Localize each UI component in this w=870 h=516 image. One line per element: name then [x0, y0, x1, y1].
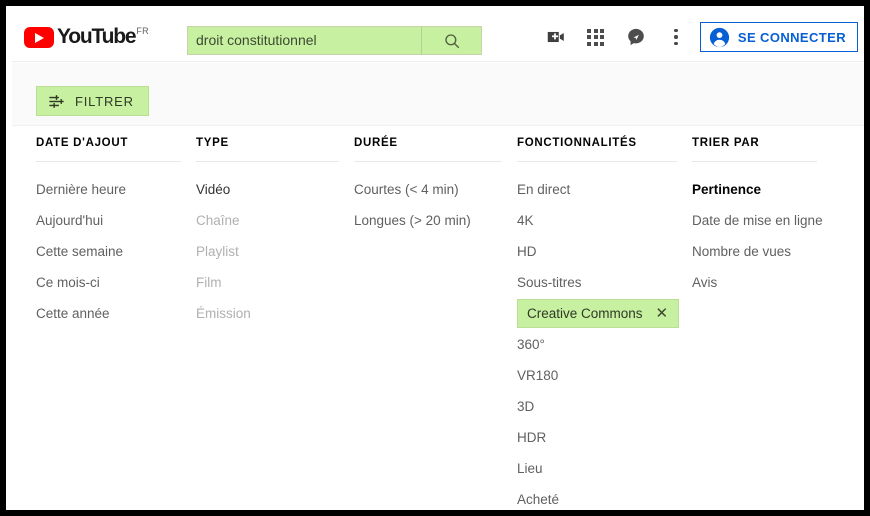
filter-option[interactable]: Avis — [692, 267, 832, 298]
filter-option[interactable]: Lieu — [517, 453, 692, 484]
filter-column-3: DURÉE Courtes (< 4 min) Longues (> 20 min) — [354, 126, 517, 510]
filter-toggle-button[interactable]: FILTRER — [36, 86, 149, 116]
filter-column-1: DATE D'AJOUT Dernière heure Aujourd'hui Cet… — [36, 126, 196, 510]
filter-option[interactable]: Pertinence — [692, 174, 832, 205]
filter-option[interactable]: 360° — [517, 329, 692, 360]
filter-option: Émission — [196, 306, 251, 321]
notifications-icon — [628, 28, 644, 46]
filter-option[interactable]: Longues (> 20 min) — [354, 205, 517, 236]
filter-option: Chaîne — [196, 213, 240, 228]
filter-column-4: FONCTIONNALITÉS En direct 4K HD Sous-titres C… — [517, 126, 692, 510]
search-input[interactable] — [188, 27, 421, 54]
filter-toggle-label: FILTRER — [75, 93, 134, 109]
apps-grid-button[interactable] — [576, 17, 616, 57]
filter-option[interactable]: Date de mise en ligne — [692, 205, 832, 236]
notifications-button[interactable] — [616, 17, 656, 57]
filter-column-title: TRIER PAR — [692, 137, 760, 149]
filter-column-divider — [692, 161, 817, 162]
masthead: YouTube FR droit constitutionnel SE CONN… — [12, 12, 864, 62]
filter-option[interactable]: Vidéo — [196, 174, 354, 205]
filter-option[interactable]: Cette semaine — [36, 236, 196, 267]
apps-grid-icon — [587, 28, 605, 46]
filter-option[interactable]: 4K — [517, 205, 692, 236]
more-options-button[interactable] — [656, 17, 696, 57]
filter-column-title: TYPE — [196, 137, 229, 149]
search-icon — [444, 33, 459, 48]
more-options-icon — [674, 28, 678, 46]
filter-option-selected-chip[interactable]: Creative Commons ✕ — [517, 299, 680, 328]
filter-option[interactable]: Aujourd'hui — [36, 205, 196, 236]
logo-wordmark: YouTube — [57, 25, 137, 48]
filter-option[interactable]: VR180 — [517, 360, 692, 391]
filter-option[interactable]: Courtes (< 4 min) — [354, 174, 517, 205]
filter-option[interactable]: En direct — [517, 174, 692, 205]
youtube-logo[interactable]: YouTube FR — [24, 25, 149, 51]
filter-column-title: FONCTIONNALITÉS — [517, 137, 637, 149]
filters-region: FILTRER DATE D'AJOUT Dernière heure Aujour… — [12, 63, 864, 510]
create-video-button[interactable] — [536, 17, 576, 57]
filter-option[interactable]: Dernière heure — [36, 174, 196, 205]
filter-option[interactable]: 3D — [517, 391, 692, 422]
filter-columns: DATE D'AJOUT Dernière heure Aujourd'hui Cet… — [36, 126, 832, 510]
header-icon-group: SE CONNECTER — [536, 12, 864, 62]
filter-column-divider — [196, 161, 339, 162]
create-video-icon — [547, 31, 564, 43]
filter-option: Playlist — [196, 244, 239, 259]
youtube-page: YouTube FR droit constitutionnel SE CONN… — [12, 12, 864, 510]
account-circle-icon — [709, 27, 730, 47]
sign-in-label: SE CONNECTER — [737, 29, 846, 45]
filter-column-divider — [36, 161, 181, 162]
logo-country-code: FR — [136, 26, 149, 36]
filter-option[interactable]: Acheté — [517, 484, 692, 510]
youtube-play-icon — [24, 27, 54, 48]
remove-filter-icon[interactable]: ✕ — [656, 306, 669, 321]
filter-option-label: Creative Commons — [527, 306, 643, 321]
filter-option[interactable]: Ce mois-ci — [36, 267, 196, 298]
filter-sliders-icon — [49, 94, 64, 108]
sign-in-button[interactable]: SE CONNECTER — [699, 22, 858, 52]
filter-option[interactable]: Cette année — [36, 298, 196, 329]
filter-column-divider — [354, 161, 502, 162]
filter-column-5: TRIER PAR Pertinence Date de mise en ligne… — [692, 126, 832, 510]
filter-column-title: DURÉE — [354, 137, 398, 149]
filter-option[interactable]: Nombre de vues — [692, 236, 832, 267]
search-button[interactable] — [421, 27, 481, 54]
filter-option[interactable]: Sous-titres — [517, 267, 692, 298]
filter-option[interactable]: HDR — [517, 422, 692, 453]
filter-option: Film — [196, 275, 222, 290]
screenshot-frame: YouTube FR droit constitutionnel SE CONN… — [0, 0, 870, 516]
filter-column-2: TYPE Vidéo Chaîne Playlist Film Émission — [196, 126, 354, 510]
filter-column-divider — [517, 161, 677, 162]
filter-column-title: DATE D'AJOUT — [36, 137, 129, 149]
filter-panel: DATE D'AJOUT Dernière heure Aujourd'hui Cet… — [12, 125, 864, 510]
search-bar[interactable] — [187, 26, 482, 55]
filter-option[interactable]: HD — [517, 236, 692, 267]
